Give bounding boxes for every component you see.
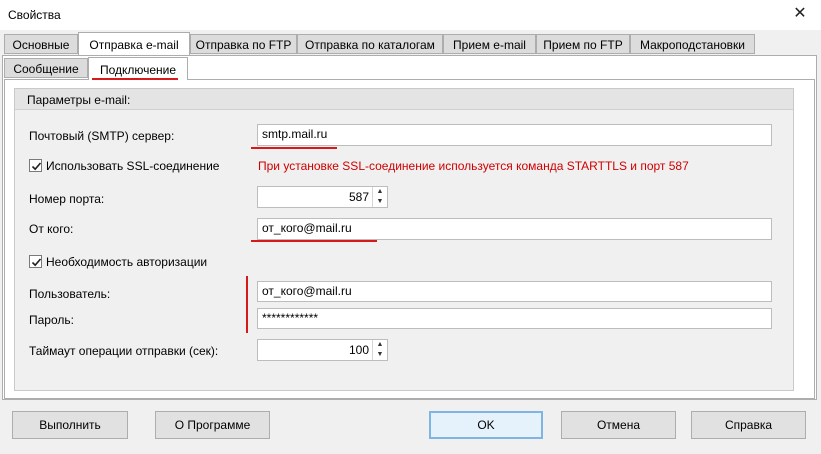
check-icon: [31, 258, 42, 267]
annotation-underline-tab: [92, 78, 178, 80]
ssl-label[interactable]: Использовать SSL-соединение: [46, 159, 219, 173]
ssl-checkbox[interactable]: [29, 159, 42, 172]
group-header: Параметры e-mail:: [15, 89, 793, 110]
tab-macros[interactable]: Макроподстановки: [630, 34, 755, 54]
password-field[interactable]: ************: [257, 308, 772, 329]
annotation-bracket-credentials: [246, 276, 248, 333]
tab-send-ftp[interactable]: Отправка по FTP: [190, 34, 297, 54]
timeout-label: Таймаут операции отправки (сек):: [29, 344, 219, 358]
sub-tab-strip: Сообщение Подключение: [4, 57, 204, 80]
ssl-note: При установке SSL-соединение используетс…: [258, 159, 689, 173]
smtp-field[interactable]: smtp.mail.ru: [257, 124, 772, 146]
from-field[interactable]: от_кого@mail.ru: [257, 218, 772, 240]
cancel-button[interactable]: Отмена: [561, 411, 676, 439]
about-button[interactable]: О Программе: [155, 411, 270, 439]
tab-receive-ftp[interactable]: Прием по FTP: [536, 34, 630, 54]
port-stepper[interactable]: 587 ▲ ▼: [257, 186, 388, 208]
main-tab-strip: Основные Отправка e-mail Отправка по FTP…: [4, 32, 764, 56]
help-button[interactable]: Справка: [691, 411, 806, 439]
tab-connection-label: Подключение: [99, 63, 177, 77]
port-value: 587: [348, 190, 369, 204]
annotation-underline-smtp: [251, 147, 337, 149]
run-button[interactable]: Выполнить: [12, 411, 128, 439]
spin-up-icon[interactable]: ▲: [373, 340, 387, 350]
tab-connection[interactable]: Подключение: [88, 57, 188, 80]
user-field[interactable]: от_кого@mail.ru: [257, 281, 772, 302]
window-title: Свойства: [8, 8, 61, 22]
tab-osnovnye[interactable]: Основные: [4, 34, 78, 54]
spin-down-icon[interactable]: ▼: [373, 197, 387, 207]
annotation-underline-from: [251, 240, 377, 242]
password-label: Пароль:: [29, 313, 74, 327]
tab-send-email[interactable]: Отправка e-mail: [78, 32, 190, 55]
title-bar: Свойства ✕: [0, 0, 821, 30]
port-label: Номер порта:: [29, 192, 105, 206]
tab-receive-email[interactable]: Прием e-mail: [443, 34, 536, 54]
spin-down-icon[interactable]: ▼: [373, 350, 387, 360]
auth-label[interactable]: Необходимость авторизации: [46, 255, 207, 269]
spin-up-icon[interactable]: ▲: [373, 187, 387, 197]
timeout-value: 100: [348, 343, 369, 357]
ok-button[interactable]: OK: [429, 411, 543, 439]
tab-send-folders[interactable]: Отправка по каталогам: [297, 34, 443, 54]
check-icon: [31, 162, 42, 171]
user-label: Пользователь:: [29, 287, 111, 301]
close-icon[interactable]: ✕: [789, 3, 811, 25]
timeout-stepper[interactable]: 100 ▲ ▼: [257, 339, 388, 361]
smtp-label: Почтовый (SMTP) сервер:: [29, 129, 175, 143]
tab-message[interactable]: Сообщение: [4, 58, 88, 78]
from-label: От кого:: [29, 222, 74, 236]
group-title: Параметры e-mail:: [27, 93, 131, 107]
auth-checkbox[interactable]: [29, 255, 42, 268]
